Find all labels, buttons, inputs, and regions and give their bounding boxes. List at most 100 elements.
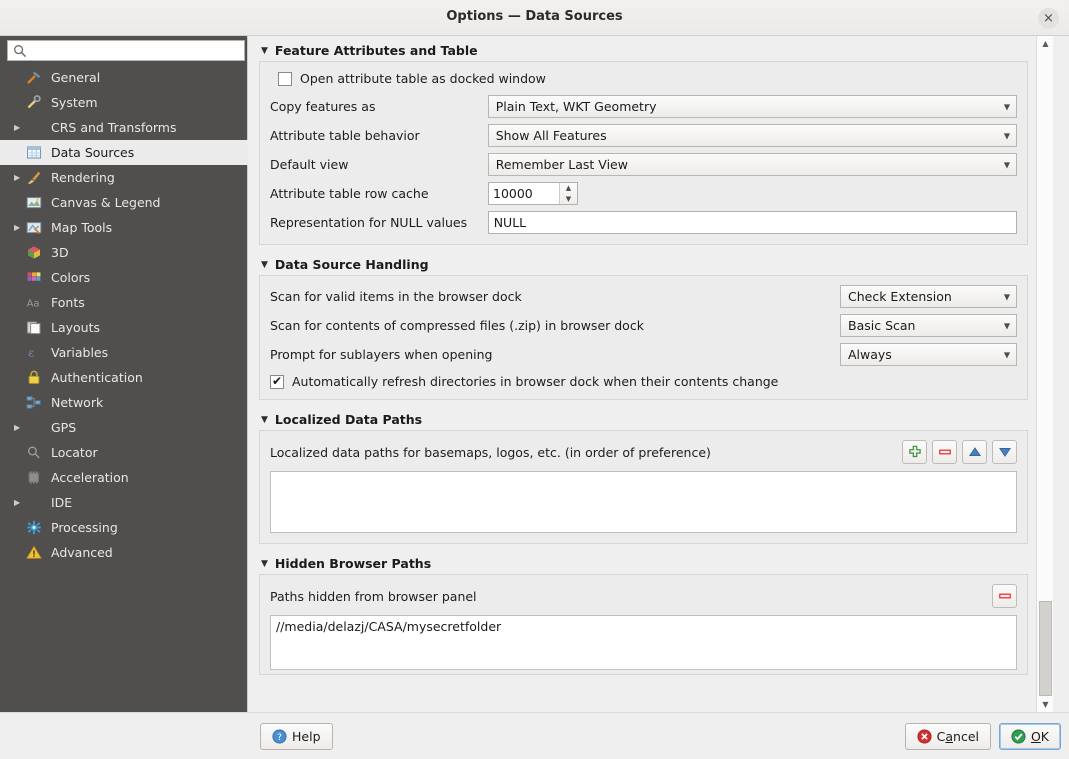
sidebar-item-rendering[interactable]: ▶Rendering	[0, 165, 248, 190]
sidebar-item-advanced[interactable]: ▶Advanced	[0, 540, 248, 565]
combo-attribute-table-behavior-value: Show All Features	[496, 128, 607, 143]
sidebar-item-authentication[interactable]: ▶Authentication	[0, 365, 248, 390]
chevron-right-icon[interactable]: ▶	[14, 123, 26, 132]
sidebar-item-label: General	[51, 70, 248, 85]
group-box-localized-data-paths: Localized data paths for basemaps, logos…	[259, 430, 1028, 544]
group-title-text: Hidden Browser Paths	[275, 556, 431, 571]
lock-icon	[26, 370, 44, 386]
spinner-buttons[interactable]: ▲ ▼	[559, 183, 577, 204]
row-cache-input[interactable]	[489, 183, 557, 204]
group-header-localized-data-paths[interactable]: ▼ Localized Data Paths	[261, 412, 1034, 427]
minus-icon	[938, 445, 952, 459]
localized-paths-toolbar	[897, 440, 1017, 464]
scroll-down-icon[interactable]: ▼	[1037, 697, 1054, 712]
label-null-representation: Representation for NULL values	[270, 215, 488, 230]
chevron-down-icon: ▼	[1004, 350, 1010, 359]
combo-prompt-sublayers-value: Always	[848, 347, 892, 362]
scroll-up-icon[interactable]: ▲	[1037, 36, 1054, 51]
chevron-right-icon[interactable]: ▶	[14, 423, 26, 432]
canvas-icon	[26, 195, 44, 211]
group-header-data-source-handling[interactable]: ▼ Data Source Handling	[261, 257, 1034, 272]
gear-icon	[26, 520, 44, 536]
scrollbar-thumb[interactable]	[1039, 601, 1052, 696]
sidebar-item-gps[interactable]: ▶GPS	[0, 415, 248, 440]
sidebar-item-label: Layouts	[51, 320, 248, 335]
localized-data-paths-list[interactable]	[270, 471, 1017, 533]
sidebar-item-general[interactable]: ▶General	[0, 65, 248, 90]
combo-scan-valid-items[interactable]: Check Extension ▼	[840, 285, 1017, 308]
checkbox-auto-refresh-directories-label: Automatically refresh directories in bro…	[292, 374, 778, 389]
spinner-row-cache[interactable]: ▲ ▼	[488, 182, 578, 205]
check-circle-icon	[1011, 729, 1026, 744]
combo-attribute-table-behavior[interactable]: Show All Features ▼	[488, 124, 1017, 147]
wrench-icon	[26, 95, 44, 111]
sidebar-item-ide[interactable]: ▶IDE	[0, 490, 248, 515]
sidebar-item-variables[interactable]: ▶εVariables	[0, 340, 248, 365]
svg-text:ε: ε	[28, 346, 34, 359]
chevron-right-icon[interactable]: ▶	[14, 173, 26, 182]
cancel-button-label: Cancel	[937, 729, 979, 744]
spinner-up-icon[interactable]: ▲	[560, 183, 577, 194]
network-icon	[26, 395, 44, 411]
ok-button[interactable]: OK	[999, 723, 1061, 750]
combo-default-view[interactable]: Remember Last View ▼	[488, 153, 1017, 176]
label-hidden-browser-paths-hint: Paths hidden from browser panel	[270, 589, 477, 604]
chevron-down-icon: ▼	[1004, 292, 1010, 301]
sidebar-item-crs-and-transforms[interactable]: ▶CRS and Transforms	[0, 115, 248, 140]
chevron-down-icon: ▼	[1004, 102, 1010, 111]
group-box-hidden-browser-paths: Paths hidden from browser panel //media/…	[259, 574, 1028, 675]
checkbox-dock-attribute-table[interactable]	[278, 72, 292, 86]
sidebar-item-label: Processing	[51, 520, 248, 535]
group-header-feature-attributes[interactable]: ▼ Feature Attributes and Table	[261, 43, 1034, 58]
move-up-button[interactable]	[962, 440, 987, 464]
help-button[interactable]: ? Help	[260, 723, 333, 750]
sidebar-item-locator[interactable]: ▶Locator	[0, 440, 248, 465]
remove-path-button[interactable]	[932, 440, 957, 464]
sidebar-item-label: System	[51, 95, 248, 110]
svg-text:?: ?	[277, 733, 282, 743]
sidebar-item-acceleration[interactable]: ▶Acceleration	[0, 465, 248, 490]
combo-prompt-sublayers[interactable]: Always ▼	[840, 343, 1017, 366]
palette-icon	[26, 270, 44, 286]
sidebar-item-colors[interactable]: ▶Colors	[0, 265, 248, 290]
checkbox-auto-refresh-directories[interactable]	[270, 375, 284, 389]
spinner-down-icon[interactable]: ▼	[560, 194, 577, 205]
add-path-button[interactable]	[902, 440, 927, 464]
sidebar-item-processing[interactable]: ▶Processing	[0, 515, 248, 540]
settings-nav-list[interactable]: ▶General▶System▶CRS and Transforms▶Data …	[0, 65, 248, 759]
sidebar-item-3d[interactable]: ▶3D	[0, 240, 248, 265]
content-scrollbar[interactable]: ▲ ▼	[1036, 36, 1053, 712]
group-box-data-source-handling: Scan for valid items in the browser dock…	[259, 275, 1028, 400]
label-default-view: Default view	[270, 157, 488, 172]
sidebar-item-label: Data Sources	[51, 145, 248, 160]
group-header-hidden-browser-paths[interactable]: ▼ Hidden Browser Paths	[261, 556, 1034, 571]
epsilon-icon: ε	[26, 345, 44, 361]
search-input[interactable]	[30, 41, 242, 60]
chevron-down-icon: ▼	[1004, 131, 1010, 140]
minus-icon	[998, 589, 1012, 603]
close-icon[interactable]: ×	[1038, 8, 1059, 29]
maptools-icon	[26, 220, 44, 236]
sidebar-item-network[interactable]: ▶Network	[0, 390, 248, 415]
search-box[interactable]	[7, 40, 245, 61]
group-title-text: Feature Attributes and Table	[275, 43, 478, 58]
list-item[interactable]: //media/delazj/CASA/mysecretfolder	[276, 619, 1011, 634]
remove-hidden-path-button[interactable]	[992, 584, 1017, 608]
window-title: Options — Data Sources	[0, 9, 1069, 24]
group-title-text: Localized Data Paths	[275, 412, 422, 427]
sidebar-item-data-sources[interactable]: ▶Data Sources	[0, 140, 248, 165]
group-box-feature-attributes: Open attribute table as docked window Co…	[259, 61, 1028, 245]
cancel-button[interactable]: Cancel	[905, 723, 991, 750]
input-null-representation[interactable]	[488, 211, 1017, 234]
combo-scan-zip-contents[interactable]: Basic Scan ▼	[840, 314, 1017, 337]
chevron-right-icon[interactable]: ▶	[14, 498, 26, 507]
hidden-browser-paths-list[interactable]: //media/delazj/CASA/mysecretfolder	[270, 615, 1017, 670]
sidebar-item-canvas-legend[interactable]: ▶Canvas & Legend	[0, 190, 248, 215]
sidebar-item-layouts[interactable]: ▶Layouts	[0, 315, 248, 340]
sidebar-item-system[interactable]: ▶System	[0, 90, 248, 115]
chevron-right-icon[interactable]: ▶	[14, 223, 26, 232]
move-down-button[interactable]	[992, 440, 1017, 464]
sidebar-item-fonts[interactable]: ▶AaFonts	[0, 290, 248, 315]
combo-copy-features-as[interactable]: Plain Text, WKT Geometry ▼	[488, 95, 1017, 118]
sidebar-item-map-tools[interactable]: ▶Map Tools	[0, 215, 248, 240]
